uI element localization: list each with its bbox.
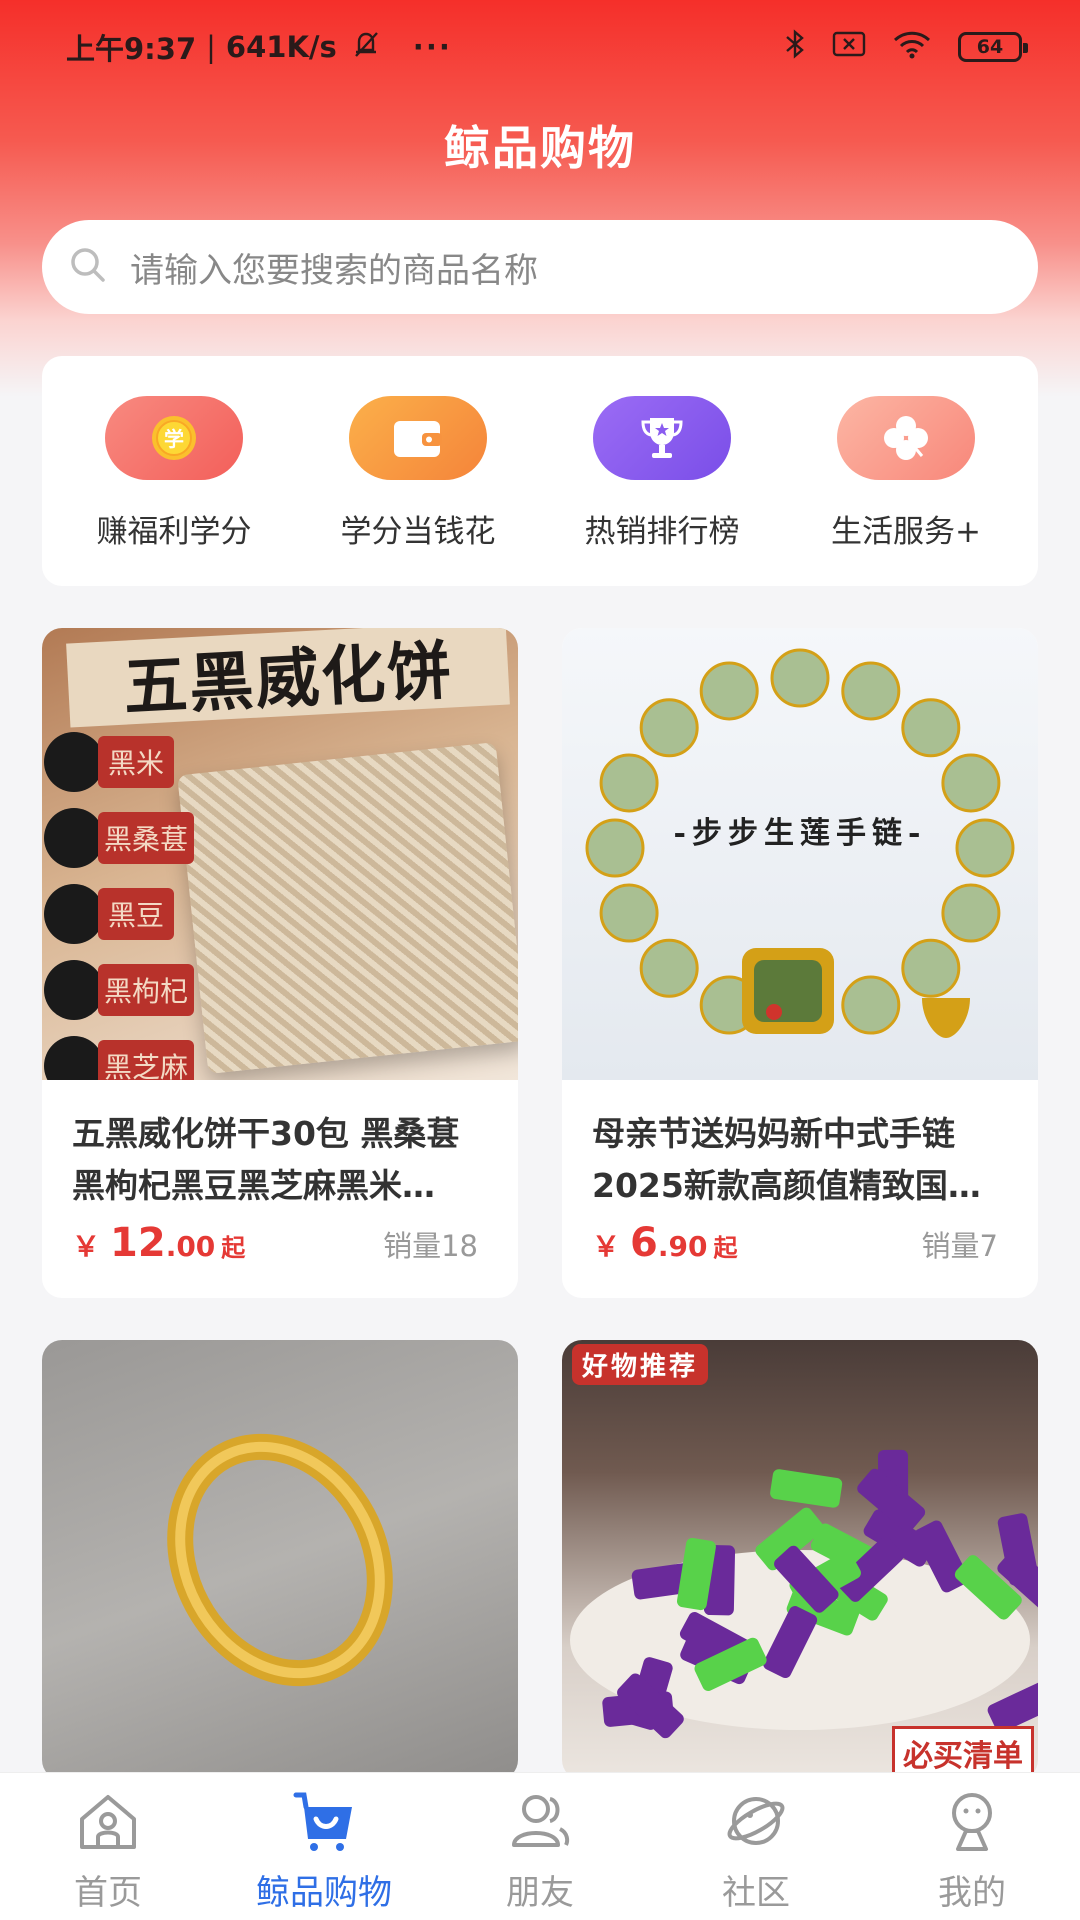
bead bbox=[901, 938, 961, 998]
page-title: 鲸品购物 bbox=[444, 121, 636, 175]
nav-shopping[interactable]: 鲸品购物 bbox=[216, 1789, 432, 1914]
ingredient-dot bbox=[44, 732, 104, 792]
coin-icon: 学 bbox=[105, 396, 243, 480]
ingredient-dot bbox=[44, 960, 104, 1020]
product-title: 五黑威化饼干30包 黑桑葚黑枸杞黑豆黑芝麻黑米… bbox=[72, 1114, 460, 1205]
product-image: 五黑威化饼 黑米 黑桑葚 黑豆 黑枸杞 黑芝麻 bbox=[42, 628, 518, 1080]
product-sales: 销量7 bbox=[921, 1229, 998, 1263]
recommend-badge: 好物推荐 bbox=[572, 1344, 709, 1385]
quick-entry-life-services[interactable]: 生活服务+ bbox=[796, 396, 1016, 586]
svg-text:学: 学 bbox=[164, 427, 184, 451]
bead bbox=[941, 753, 1001, 813]
no-sim-icon bbox=[832, 30, 866, 65]
planet-icon bbox=[724, 1789, 788, 1857]
product-price: ￥ 6.90 起 bbox=[592, 1220, 738, 1266]
search-icon bbox=[68, 245, 108, 289]
quick-entry-earn-credits[interactable]: 学 赚福利学分 bbox=[64, 396, 284, 586]
ingredient-tag: 黑芝麻 bbox=[98, 1040, 195, 1080]
product-image bbox=[42, 1340, 518, 1780]
nav-label: 朋友 bbox=[506, 1873, 574, 1913]
nav-profile[interactable]: 我的 bbox=[864, 1789, 1080, 1914]
product-title: 母亲节送妈妈新中式手链2025新款高颜值精致国… bbox=[592, 1114, 981, 1205]
bead bbox=[841, 661, 901, 721]
quick-entry-label: 热销排行榜 bbox=[584, 514, 740, 550]
search-bar[interactable]: 请输入您要搜索的商品名称 bbox=[42, 220, 1038, 314]
quick-entry-card: 学 赚福利学分 学分当钱花 热销排行榜 生活服务+ bbox=[42, 356, 1038, 586]
ingredient-tag: 黑米 bbox=[98, 736, 175, 788]
ring-illustration bbox=[167, 1433, 393, 1687]
bottom-nav: 首页 鲸品购物 朋友 社区 我的 bbox=[0, 1772, 1080, 1920]
profile-icon bbox=[940, 1789, 1004, 1857]
product-card[interactable]: 五黑威化饼 黑米 黑桑葚 黑豆 黑枸杞 黑芝麻 五黑威化饼干30包 黑桑葚黑枸杞… bbox=[42, 628, 518, 1298]
friends-icon bbox=[508, 1789, 572, 1857]
bead bbox=[841, 975, 901, 1035]
ingredient-dot bbox=[44, 884, 104, 944]
bead bbox=[639, 938, 699, 998]
clover-icon bbox=[837, 396, 975, 480]
bracelet-illustration bbox=[585, 648, 1015, 1038]
trophy-icon bbox=[593, 396, 731, 480]
wifi-icon bbox=[892, 29, 932, 66]
bead bbox=[941, 883, 1001, 943]
candy bbox=[770, 1469, 843, 1508]
nav-home[interactable]: 首页 bbox=[0, 1789, 216, 1914]
product-banner: 五黑威化饼 bbox=[66, 628, 510, 728]
ingredient-tag: 黑枸杞 bbox=[98, 964, 195, 1016]
status-bar: 上午9:37 | 641K/s ··· 64 bbox=[0, 0, 1080, 94]
quick-entry-label: 赚福利学分 bbox=[96, 514, 252, 550]
quick-entry-spend-credits[interactable]: 学分当钱花 bbox=[308, 396, 528, 586]
quick-entry-label: 学分当钱花 bbox=[340, 514, 496, 550]
network-speed: 641K/s bbox=[225, 30, 337, 64]
wafer-stack bbox=[177, 742, 518, 1074]
ingredient-tag: 黑桑葚 bbox=[98, 812, 195, 864]
status-time: 上午9:37 bbox=[66, 32, 197, 66]
ingredient-dot bbox=[44, 1036, 104, 1080]
product-image: 好物推荐 必买清单 bbox=[562, 1340, 1038, 1780]
bracelet-caption: -步步生莲手链- bbox=[673, 816, 927, 851]
nav-label: 社区 bbox=[722, 1873, 790, 1913]
mute-bell-icon bbox=[351, 29, 381, 66]
bead bbox=[599, 883, 659, 943]
more-dots: ··· bbox=[412, 30, 452, 64]
bead bbox=[770, 648, 830, 708]
ingredient-tag: 黑豆 bbox=[98, 888, 175, 940]
ingredient-dot bbox=[44, 808, 104, 868]
product-card[interactable]: -步步生莲手链- 母亲节送妈妈新中式手链2025新款高颜值精致国… ￥ 6.90 起… bbox=[562, 628, 1038, 1298]
product-sales: 销量18 bbox=[383, 1229, 478, 1263]
bead bbox=[599, 753, 659, 813]
product-price: ￥ 12.00 起 bbox=[72, 1220, 246, 1266]
bead bbox=[901, 698, 961, 758]
product-card[interactable] bbox=[42, 1340, 518, 1780]
nav-label: 鲸品购物 bbox=[256, 1873, 392, 1913]
quick-entry-hot-ranking[interactable]: 热销排行榜 bbox=[552, 396, 772, 586]
bead bbox=[699, 661, 759, 721]
nav-friends[interactable]: 朋友 bbox=[432, 1789, 648, 1914]
nav-label: 我的 bbox=[938, 1873, 1006, 1913]
wallet-icon bbox=[349, 396, 487, 480]
battery-indicator: 64 bbox=[958, 32, 1028, 62]
product-card[interactable]: 好物推荐 必买清单 bbox=[562, 1340, 1038, 1780]
status-divider: | bbox=[206, 30, 216, 64]
quick-entry-label: 生活服务+ bbox=[831, 514, 981, 550]
bead bbox=[639, 698, 699, 758]
cart-icon bbox=[292, 1789, 356, 1857]
ingredient-tags: 黑米 黑桑葚 黑豆 黑枸杞 黑芝麻 bbox=[42, 726, 212, 1080]
product-image: -步步生莲手链- bbox=[562, 628, 1038, 1080]
nav-community[interactable]: 社区 bbox=[648, 1789, 864, 1914]
nav-label: 首页 bbox=[74, 1873, 142, 1913]
home-icon bbox=[76, 1789, 140, 1857]
bluetooth-icon bbox=[784, 28, 806, 67]
candy-illustration bbox=[570, 1449, 1038, 1739]
search-input[interactable]: 请输入您要搜索的商品名称 bbox=[130, 243, 538, 292]
